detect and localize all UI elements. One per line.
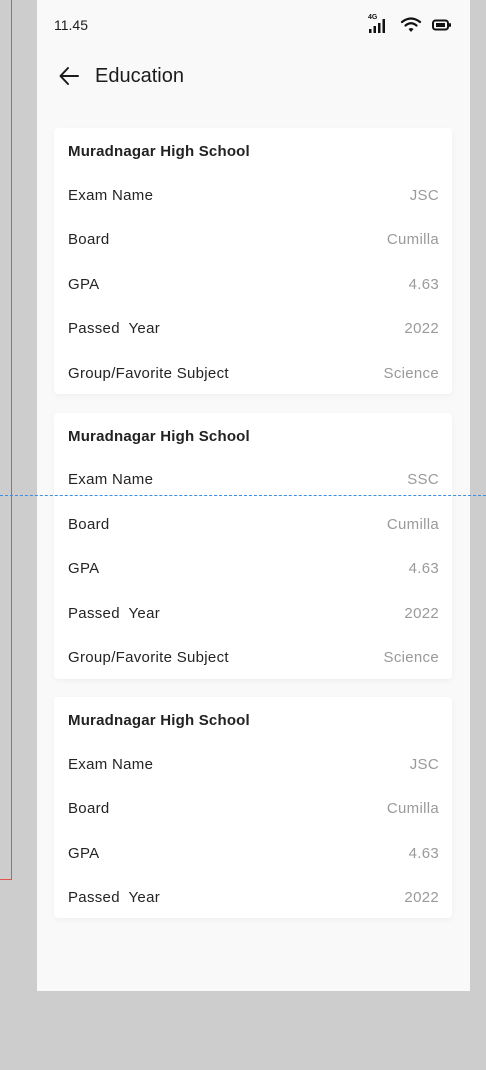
- row-label: Board: [68, 799, 110, 817]
- gpa-row: GPA 4.63: [68, 274, 439, 294]
- gpa-row: GPA 4.63: [68, 843, 439, 863]
- row-value: Science: [383, 364, 439, 382]
- row-value: Cumilla: [386, 515, 439, 533]
- education-card: Muradnagar High School Exam Name JSC Boa…: [54, 697, 452, 918]
- row-value: 4.63: [408, 275, 439, 293]
- row-value: 4.63: [408, 559, 439, 577]
- row-value: Science: [383, 648, 439, 666]
- row-value: 2022: [404, 888, 439, 906]
- back-button[interactable]: [57, 64, 81, 88]
- group-subject-row: Group/Favorite Subject Science: [68, 363, 439, 383]
- status-icons: 4G: [368, 14, 452, 34]
- education-card: Muradnagar High School Exam Name JSC Boa…: [54, 128, 452, 394]
- passed-year-row: Passed Year 2022: [68, 603, 439, 623]
- school-name: Muradnagar High School: [68, 143, 250, 160]
- row-label: GPA: [68, 275, 100, 293]
- row-label: Group/Favorite Subject: [68, 648, 229, 666]
- row-label: Exam Name: [68, 186, 154, 204]
- board-row: Board Cumilla: [68, 798, 439, 818]
- page-title: Education: [95, 64, 184, 87]
- education-card: Muradnagar High School Exam Name SSC Boa…: [54, 413, 452, 679]
- row-label: Board: [68, 230, 110, 248]
- board-row: Board Cumilla: [68, 229, 439, 249]
- row-value: JSC: [409, 755, 439, 773]
- group-subject-row: Group/Favorite Subject Science: [68, 647, 439, 667]
- status-bar: 11.45 4G: [37, 0, 470, 50]
- board-row: Board Cumilla: [68, 514, 439, 534]
- row-label: Exam Name: [68, 470, 154, 488]
- row-label: GPA: [68, 559, 100, 577]
- exam-name-row: Exam Name JSC: [68, 754, 439, 774]
- status-time: 11.45: [54, 17, 88, 33]
- row-label: Board: [68, 515, 110, 533]
- row-label: GPA: [68, 844, 100, 862]
- layout-guide-blue: [0, 495, 486, 496]
- wifi-icon: [400, 16, 422, 34]
- row-value: Cumilla: [386, 799, 439, 817]
- row-value: 2022: [404, 319, 439, 337]
- passed-year-row: Passed Year 2022: [68, 887, 439, 907]
- app-bar: Education: [37, 56, 470, 96]
- row-value: Cumilla: [386, 230, 439, 248]
- signal-4g-icon: 4G: [368, 14, 390, 34]
- row-label: Passed Year: [68, 319, 161, 337]
- row-label: Exam Name: [68, 755, 154, 773]
- row-value: 4.63: [408, 844, 439, 862]
- row-label: Passed Year: [68, 888, 161, 906]
- battery-icon: [432, 16, 452, 34]
- row-label: Passed Year: [68, 604, 161, 622]
- row-value: SSC: [407, 470, 439, 488]
- exam-name-row: Exam Name SSC: [68, 469, 439, 489]
- row-value: 2022: [404, 604, 439, 622]
- exam-name-row: Exam Name JSC: [68, 185, 439, 205]
- school-name: Muradnagar High School: [68, 712, 250, 729]
- gpa-row: GPA 4.63: [68, 558, 439, 578]
- school-name: Muradnagar High School: [68, 428, 250, 445]
- layout-guide-red: [0, 0, 12, 880]
- row-value: JSC: [409, 186, 439, 204]
- arrow-left-icon: [59, 67, 79, 85]
- passed-year-row: Passed Year 2022: [68, 318, 439, 338]
- row-label: Group/Favorite Subject: [68, 364, 229, 382]
